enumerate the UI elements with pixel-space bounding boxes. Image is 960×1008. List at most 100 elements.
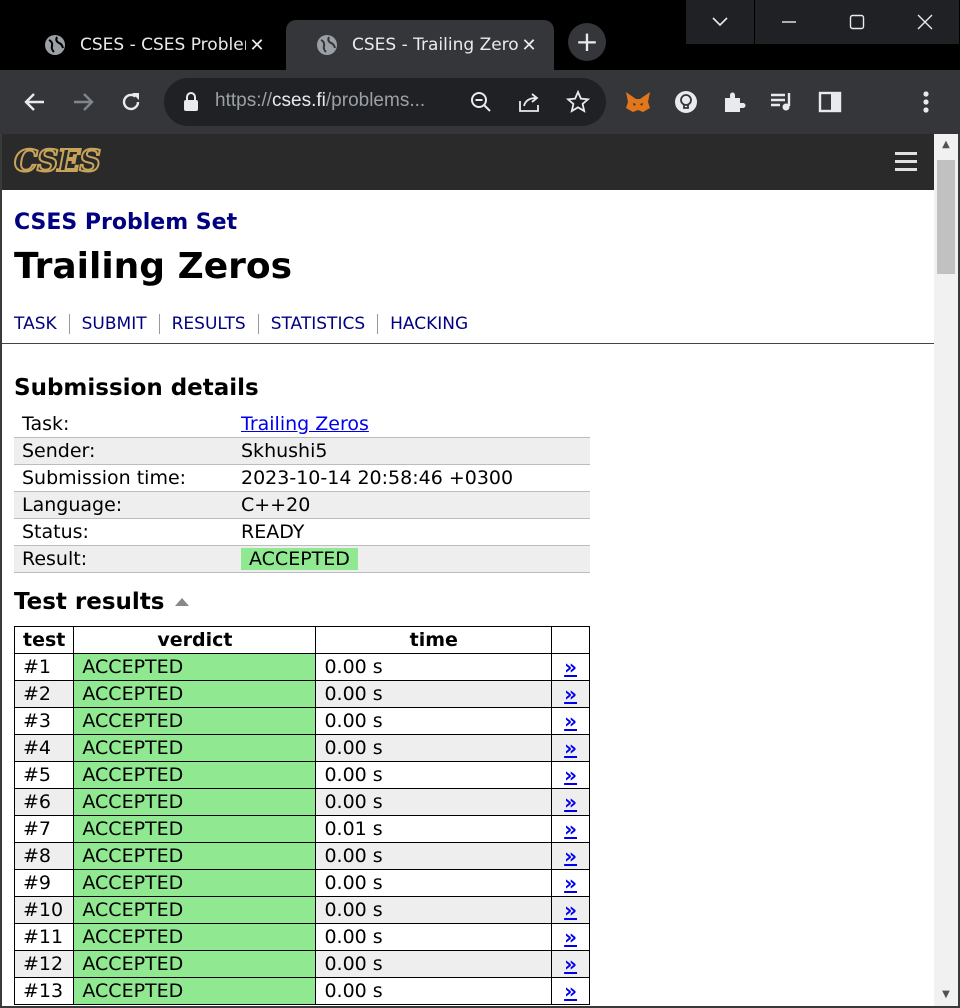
idea-extension-button[interactable] xyxy=(670,86,702,118)
test-details-link[interactable]: » xyxy=(564,709,577,733)
test-details-link[interactable]: » xyxy=(564,790,577,814)
reload-button[interactable] xyxy=(115,86,147,118)
nav-submit[interactable]: SUBMIT xyxy=(68,314,159,334)
forward-button[interactable] xyxy=(67,86,99,118)
arrow-left-icon xyxy=(24,93,44,111)
site-logo[interactable]: CSES xyxy=(13,143,102,180)
extensions-button[interactable] xyxy=(718,86,750,118)
test-details-cell: » xyxy=(551,923,590,951)
close-window-button[interactable] xyxy=(891,0,959,44)
row-value: Trailing Zeros xyxy=(233,411,590,438)
section-title-link[interactable]: CSES Problem Set xyxy=(14,210,237,235)
test-details-cell: » xyxy=(551,815,590,843)
test-details-cell: » xyxy=(551,734,590,762)
test-id: #5 xyxy=(13,761,75,789)
table-row: #6 ACCEPTED 0.00 s » xyxy=(13,788,590,816)
minimize-button[interactable] xyxy=(755,0,823,44)
scroll-up-arrow-icon[interactable]: ▲ xyxy=(934,134,958,156)
test-verdict: ACCEPTED xyxy=(73,977,317,1005)
task-link[interactable]: Trailing Zeros xyxy=(241,413,369,435)
test-id: #9 xyxy=(13,869,75,897)
bookmark-star-icon[interactable] xyxy=(566,90,590,114)
scrollbar-thumb[interactable] xyxy=(937,160,955,274)
table-row: #12 ACCEPTED 0.00 s » xyxy=(13,950,590,978)
tab-title: CSES - Trailing Zeros xyxy=(352,35,518,55)
submission-details-table: Task: Trailing Zeros Sender: Skhushi5 Su… xyxy=(14,411,590,573)
test-details-link[interactable]: » xyxy=(564,763,577,787)
result-value: ACCEPTED xyxy=(233,545,590,573)
collapse-arrow-icon[interactable] xyxy=(174,598,189,606)
test-details-link[interactable]: » xyxy=(564,898,577,922)
browser-tab-active[interactable]: CSES - Trailing Zeros ✕ xyxy=(286,20,554,70)
tab-search-button[interactable] xyxy=(686,0,754,44)
nav-statistics[interactable]: STATISTICS xyxy=(257,314,377,334)
tab-title: CSES - CSES Problem Set xyxy=(80,35,246,55)
table-row: #2 ACCEPTED 0.00 s » xyxy=(13,680,590,708)
test-details-link[interactable]: » xyxy=(564,736,577,760)
test-id: #7 xyxy=(13,815,75,843)
test-details-cell: » xyxy=(551,761,590,789)
test-verdict: ACCEPTED xyxy=(73,761,317,789)
new-tab-button[interactable]: + xyxy=(568,23,606,61)
url-text: https://cses.fi/problems... xyxy=(215,90,425,112)
test-details-link[interactable]: » xyxy=(564,979,577,1003)
test-details-link[interactable]: » xyxy=(564,952,577,976)
test-details-link[interactable]: » xyxy=(564,925,577,949)
nav-task[interactable]: TASK xyxy=(14,314,69,334)
test-details-link[interactable]: » xyxy=(564,844,577,868)
nav-results[interactable]: RESULTS xyxy=(158,314,258,334)
hamburger-menu-icon[interactable] xyxy=(895,152,917,176)
media-controls-button[interactable] xyxy=(766,86,798,118)
tab-close-icon[interactable]: ✕ xyxy=(518,35,540,56)
test-id: #13 xyxy=(13,977,75,1005)
test-id: #12 xyxy=(13,950,75,978)
url-host: cses.fi xyxy=(272,90,326,111)
table-row: #1 ACCEPTED 0.00 s » xyxy=(13,653,590,681)
share-icon[interactable] xyxy=(518,91,542,113)
address-bar[interactable]: https://cses.fi/problems... xyxy=(164,78,606,126)
side-panel-button[interactable] xyxy=(814,86,846,118)
test-id: #11 xyxy=(13,923,75,951)
browser-tab-strip: CSES - CSES Problem Set ✕ CSES - Trailin… xyxy=(0,0,960,70)
column-header-time: time xyxy=(315,626,553,654)
test-time: 0.00 s xyxy=(315,869,553,897)
vertical-scrollbar[interactable]: ▲ ▼ xyxy=(934,134,958,1006)
globe-icon xyxy=(317,35,337,55)
test-time: 0.00 s xyxy=(315,977,553,1005)
browser-tab[interactable]: CSES - CSES Problem Set ✕ xyxy=(14,20,282,70)
scroll-down-arrow-icon[interactable]: ▼ xyxy=(934,984,958,1006)
test-details-link[interactable]: » xyxy=(564,817,577,841)
submission-details-heading: Submission details xyxy=(14,375,259,401)
reload-icon xyxy=(122,93,140,111)
test-verdict: ACCEPTED xyxy=(73,842,317,870)
maximize-button[interactable] xyxy=(823,0,891,44)
metamask-extension-button[interactable] xyxy=(622,86,654,118)
browser-menu-button[interactable] xyxy=(910,86,942,118)
table-row: #4 ACCEPTED 0.00 s » xyxy=(13,734,590,762)
table-row: #13 ACCEPTED 0.00 s » xyxy=(13,977,590,1005)
test-results-table: test verdict time #1 ACCEPTED 0.00 s» #2 ACC… xyxy=(13,626,590,1005)
test-details-link[interactable]: » xyxy=(564,682,577,706)
browser-toolbar: https://cses.fi/problems... xyxy=(0,70,960,134)
test-verdict: ACCEPTED xyxy=(73,653,317,681)
back-button[interactable] xyxy=(19,86,51,118)
test-verdict: ACCEPTED xyxy=(73,788,317,816)
test-time: 0.01 s xyxy=(315,815,553,843)
tab-close-icon[interactable]: ✕ xyxy=(246,35,268,56)
divider xyxy=(2,343,934,344)
test-verdict: ACCEPTED xyxy=(73,923,317,951)
arrow-right-icon xyxy=(74,93,94,111)
test-verdict: ACCEPTED xyxy=(73,680,317,708)
globe-icon xyxy=(45,35,65,55)
test-details-link[interactable]: » xyxy=(564,655,577,679)
url-scheme: https:// xyxy=(215,90,273,111)
test-verdict: ACCEPTED xyxy=(73,950,317,978)
test-details-cell: » xyxy=(551,896,590,924)
status-value: READY xyxy=(233,518,590,546)
nav-hacking[interactable]: HACKING xyxy=(377,314,480,334)
submission-time-value: 2023-10-14 20:58:46 +0300 xyxy=(233,464,590,492)
zoom-icon[interactable] xyxy=(470,91,492,113)
table-row: #5 ACCEPTED 0.00 s » xyxy=(13,761,590,789)
test-details-link[interactable]: » xyxy=(564,871,577,895)
test-verdict: ACCEPTED xyxy=(73,734,317,762)
